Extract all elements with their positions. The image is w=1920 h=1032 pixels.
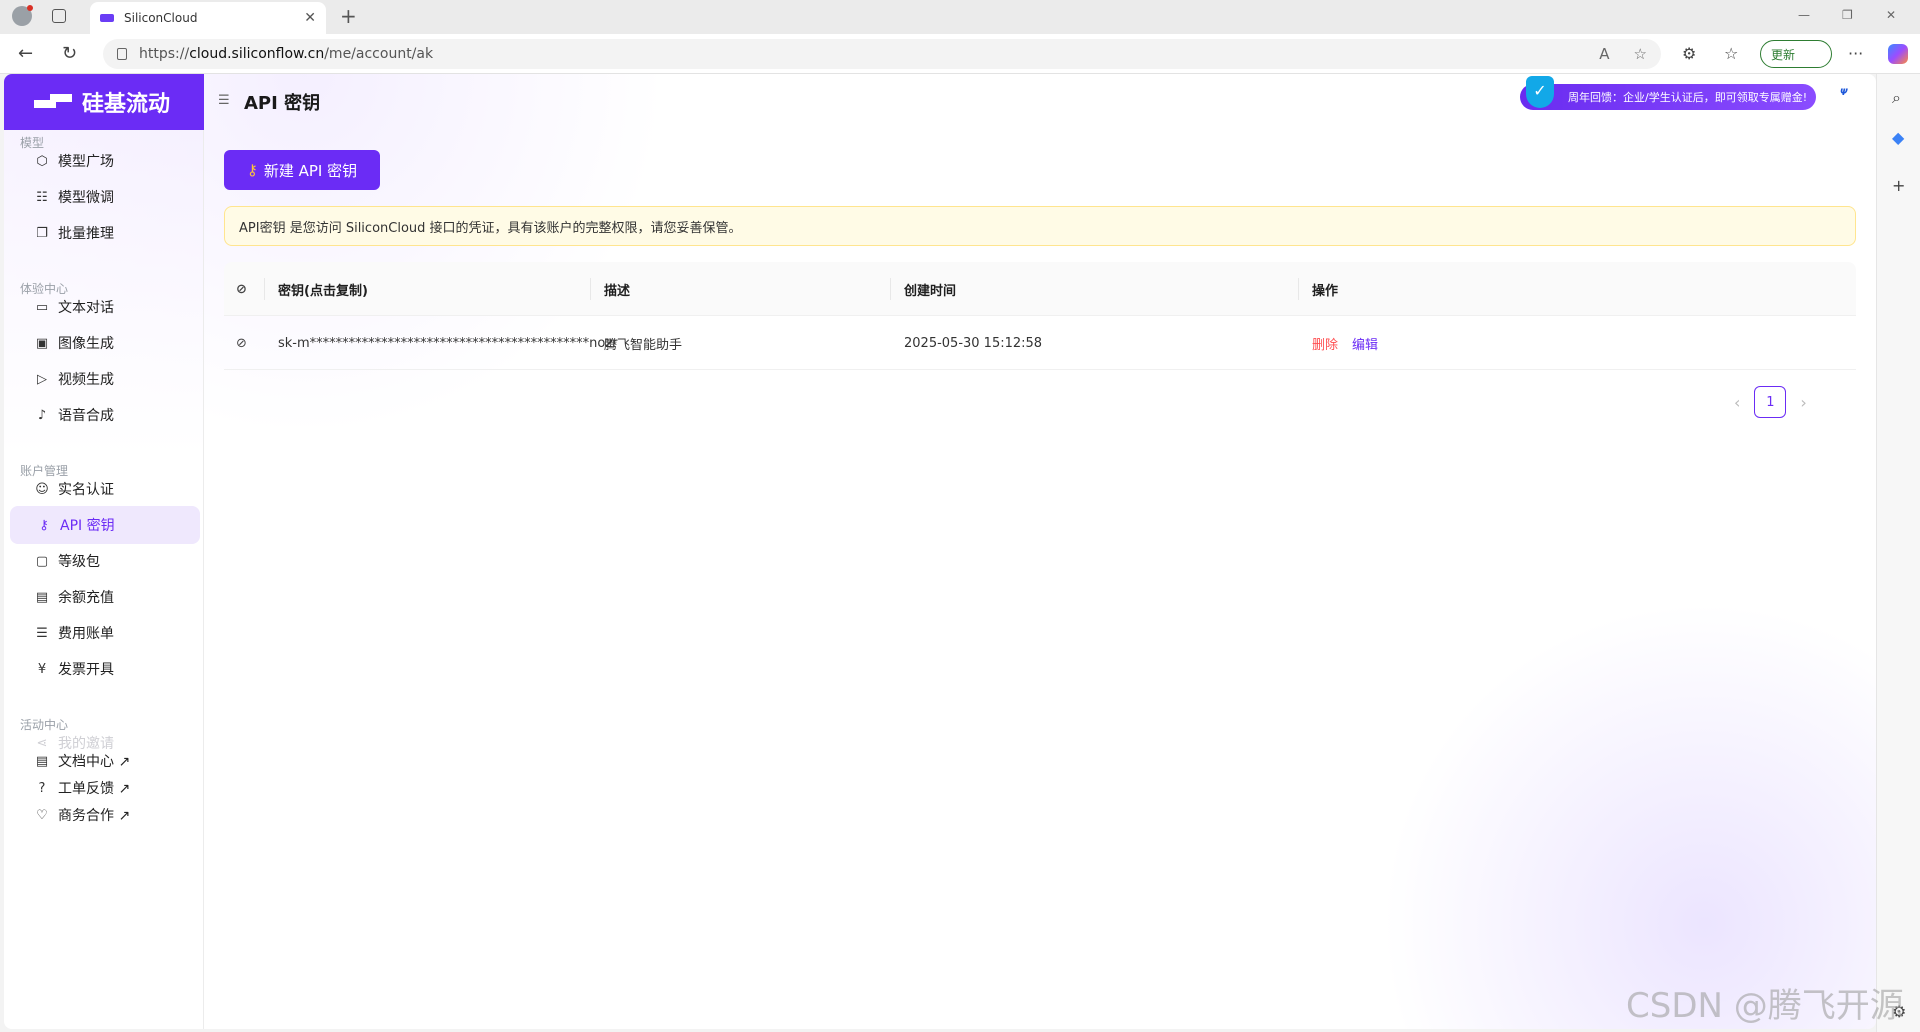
page-number[interactable]: 1 <box>1754 386 1787 418</box>
extensions-icon[interactable]: ⚙ <box>1682 44 1696 63</box>
sidebar-item-verification[interactable]: ☺ 实名认证 <box>8 470 204 508</box>
main-content: ☰ API 密钥 ✓ 周年回馈：企业/学生认证后，即可领取专属赠金! Ψ ⚷ 新… <box>204 74 1876 1029</box>
back-icon[interactable]: ← <box>18 43 33 64</box>
invoice-icon: ¥ <box>37 661 47 677</box>
sidebar-item-api-keys[interactable]: ⚷ API 密钥 <box>10 506 200 544</box>
restore-icon[interactable]: ❐ <box>1842 8 1853 22</box>
partner-logo: Ψ <box>1840 88 1848 98</box>
update-button[interactable]: 更新 <box>1760 40 1832 68</box>
sidebar-item-image[interactable]: ▣ 图像生成 <box>8 324 204 362</box>
cube-icon: ⬡ <box>36 153 48 169</box>
new-api-key-label: 新建 API 密钥 <box>263 161 358 180</box>
column-header-key: 密钥(点击复制) <box>278 283 368 299</box>
image-icon: ▣ <box>35 335 49 351</box>
minimize-icon[interactable]: — <box>1798 8 1810 22</box>
brand-name: 硅基流动 <box>82 92 171 117</box>
doc-icon: ▤ <box>35 753 49 769</box>
video-icon: ▷ <box>37 371 47 387</box>
api-key-description: 腾飞智能助手 <box>604 337 683 353</box>
sidebar-item-level-pack[interactable]: ▢ 等级包 <box>8 542 204 580</box>
column-header-description: 描述 <box>604 283 631 299</box>
sliders-icon: ☷ <box>36 189 48 205</box>
sidebar-item-speech[interactable]: ♪ 语音合成 <box>8 396 204 434</box>
copy-icon: ❐ <box>36 225 48 241</box>
app-window: 硅基流动 模型 ⬡ 模型广场 ☷ 模型微调 ❐ 批量推理 体验中心 ▭ 文本对话 ▣ 图像… <box>4 74 1876 1029</box>
eye-off-icon[interactable]: ⊘ <box>236 336 247 351</box>
address-bar[interactable]: https://cloud.siliconflow.cn/me/account/… <box>103 39 1661 69</box>
favorites-icon[interactable]: ☆ <box>1724 44 1738 63</box>
table-row: ⊘ sk-m**********************************… <box>224 316 1856 370</box>
lock-icon <box>117 48 127 60</box>
sidebar-item-chat[interactable]: ▭ 文本对话 <box>8 288 204 326</box>
favorite-star-icon[interactable]: ☆ <box>1634 45 1647 63</box>
browser-tab-bar: SiliconCloud ✕ + — ❐ ✕ <box>0 0 1920 34</box>
close-tab-icon[interactable]: ✕ <box>304 10 316 26</box>
notice-text: API密钥 是您访问 SiliconCloud 接口的凭证，具有该账户的完整权限… <box>239 220 742 236</box>
wallet-icon: ▢ <box>35 553 49 569</box>
user-check-icon: ☺ <box>35 481 49 497</box>
chat-icon: ▭ <box>35 299 49 315</box>
browser-side-rail: ⌕ ◆ + ⚙ <box>1876 74 1920 1032</box>
sidebar-item-batch[interactable]: ❐ 批量推理 <box>8 214 204 252</box>
brand-header[interactable]: 硅基流动 <box>4 74 204 130</box>
url-path: /me/account/ak <box>324 46 434 62</box>
column-header-actions: 操作 <box>1312 283 1339 299</box>
key-icon: ⚷ <box>39 517 49 533</box>
add-icon[interactable]: + <box>1892 176 1905 195</box>
url-host: cloud.siliconflow.cn <box>189 46 325 62</box>
card-icon: ▤ <box>35 589 49 605</box>
handshake-icon: ♡ <box>36 807 48 823</box>
menu-toggle-icon[interactable]: ☰ <box>218 93 230 108</box>
eye-off-icon[interactable]: ⊘ <box>236 282 247 297</box>
mic-icon: ♪ <box>37 407 47 423</box>
promo-text: 周年回馈：企业/学生认证后，即可领取专属赠金! <box>1568 91 1808 104</box>
siliconflow-logo-icon <box>34 94 74 110</box>
prev-page-icon[interactable]: ‹ <box>1734 393 1740 412</box>
promo-banner[interactable]: ✓ 周年回馈：企业/学生认证后，即可领取专属赠金! <box>1520 76 1816 110</box>
sidebar-link-docs[interactable]: ▤ 文档中心 ↗ <box>8 748 204 774</box>
pagination: ‹ 1 › <box>1734 386 1807 418</box>
key-icon: ⚷ <box>246 161 258 179</box>
edit-key-button[interactable]: 编辑 <box>1352 334 1378 353</box>
url-prefix: https:// <box>139 46 190 62</box>
sidebar-link-tickets[interactable]: ? 工单反馈 ↗ <box>8 775 204 801</box>
api-key-table: ⊘ 密钥(点击复制) 描述 创建时间 操作 ⊘ sk-m************… <box>224 262 1856 370</box>
api-key-created-time: 2025-05-30 15:12:58 <box>904 335 1043 351</box>
next-page-icon[interactable]: › <box>1800 393 1806 412</box>
browser-toolbar: ← ↻ https://cloud.siliconflow.cn/me/acco… <box>0 34 1920 74</box>
sidebar-item-video[interactable]: ▷ 视频生成 <box>8 360 204 398</box>
column-header-created: 创建时间 <box>904 283 957 299</box>
new-api-key-button[interactable]: ⚷ 新建 API 密钥 <box>224 150 380 190</box>
tab-title: SiliconCloud <box>124 11 198 25</box>
bill-icon: ☰ <box>36 625 48 641</box>
api-key-notice: API密钥 是您访问 SiliconCloud 接口的凭证，具有该账户的完整权限… <box>224 206 1856 246</box>
refresh-icon[interactable]: ↻ <box>62 43 77 64</box>
copilot-icon[interactable] <box>1888 44 1908 64</box>
more-menu-icon[interactable]: ··· <box>1848 44 1863 63</box>
new-tab-icon[interactable]: + <box>340 4 357 28</box>
api-key-value[interactable]: sk-m************************************… <box>278 316 618 370</box>
delete-key-button[interactable]: 删除 <box>1312 334 1338 353</box>
watermark: CSDN @腾飞开源 <box>1626 986 1904 1026</box>
tab-actions-icon[interactable] <box>52 9 66 23</box>
siliconcloud-favicon-icon <box>100 14 114 22</box>
close-window-icon[interactable]: ✕ <box>1886 8 1896 22</box>
notification-dot <box>27 5 33 11</box>
sidebar: 硅基流动 模型 ⬡ 模型广场 ☷ 模型微调 ❐ 批量推理 体验中心 ▭ 文本对话 ▣ 图像… <box>4 74 204 1029</box>
browser-tab[interactable]: SiliconCloud ✕ <box>90 2 326 34</box>
sidebar-link-business[interactable]: ♡ 商务合作 ↗ <box>8 802 204 828</box>
help-icon: ? <box>38 780 46 796</box>
shield-check-icon: ✓ <box>1526 76 1554 108</box>
sidebar-item-billing[interactable]: ☰ 费用账单 <box>8 614 204 652</box>
sidebar-item-fine-tune[interactable]: ☷ 模型微调 <box>8 178 204 216</box>
table-header: ⊘ 密钥(点击复制) 描述 创建时间 操作 <box>224 262 1856 316</box>
sidebar-item-invoice[interactable]: ¥ 发票开具 <box>8 650 204 688</box>
sidebar-item-model-square[interactable]: ⬡ 模型广场 <box>8 142 204 180</box>
search-icon[interactable]: ⌕ <box>1892 88 1901 108</box>
read-aloud-icon[interactable]: A <box>1599 45 1609 63</box>
tag-icon[interactable]: ◆ <box>1892 128 1904 147</box>
page-title: API 密钥 <box>244 93 321 114</box>
sidebar-item-recharge[interactable]: ▤ 余额充值 <box>8 578 204 616</box>
